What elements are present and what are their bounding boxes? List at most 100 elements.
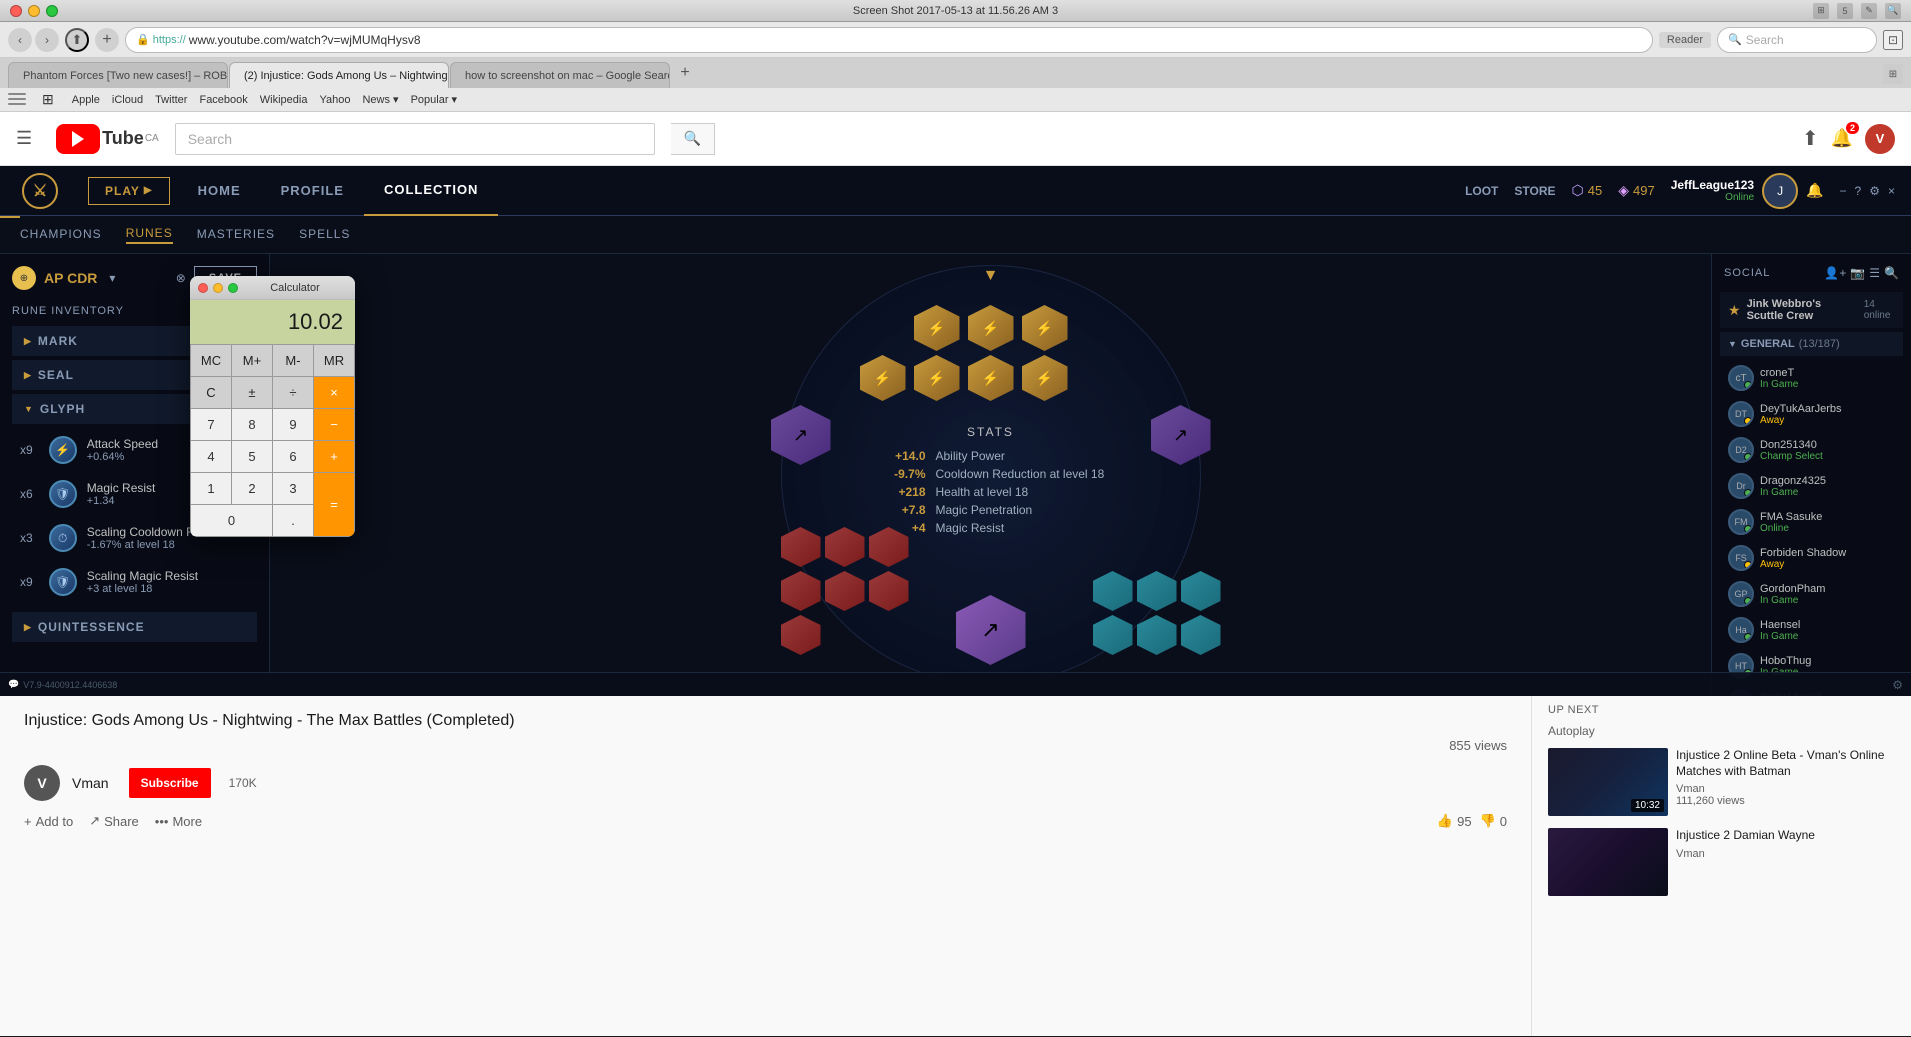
hex-teal-3[interactable] bbox=[1181, 571, 1221, 611]
calc-key-mc[interactable]: MC bbox=[191, 345, 231, 376]
calc-maximize-button[interactable] bbox=[228, 283, 238, 293]
mac-icon-3[interactable]: ✎ bbox=[1861, 3, 1877, 19]
related-video-1[interactable]: Injustice 2 Damian Wayne Vman bbox=[1548, 828, 1895, 896]
calc-key-zero[interactable]: 0 bbox=[191, 505, 272, 536]
lol-user-avatar[interactable]: J bbox=[1762, 173, 1798, 209]
hex-gold-5[interactable]: ⚡ bbox=[914, 355, 960, 401]
calc-key-4[interactable]: 4 bbox=[191, 441, 231, 472]
lol-sub-spells[interactable]: SPELLS bbox=[299, 227, 350, 243]
apps-icon[interactable]: ⊞ bbox=[42, 91, 54, 108]
hex-gold-3[interactable]: ⚡ bbox=[1022, 305, 1068, 351]
sidebar-toggle-button[interactable]: ⊡ bbox=[1883, 30, 1903, 50]
bookmark-popular[interactable]: Popular ▾ bbox=[411, 93, 458, 106]
bookmark-twitter[interactable]: Twitter bbox=[155, 94, 187, 106]
browser-search-bar[interactable]: 🔍 Search bbox=[1717, 27, 1877, 53]
tab-youtube[interactable]: (2) Injustice: Gods Among Us – Nightwing… bbox=[229, 62, 449, 88]
rune-icon-2[interactable]: ⏱ bbox=[49, 524, 77, 552]
calc-key-3[interactable]: 3 bbox=[273, 473, 313, 504]
related-video-0[interactable]: 10:32 Injustice 2 Online Beta - Vman's O… bbox=[1548, 748, 1895, 816]
youtube-search-bar[interactable]: Search bbox=[175, 123, 655, 155]
bookmark-facebook[interactable]: Facebook bbox=[199, 94, 247, 106]
maximize-button[interactable] bbox=[46, 5, 58, 17]
lol-minimize-icon[interactable]: − bbox=[1840, 184, 1847, 198]
friend-row-4[interactable]: FM FMA Sasuke Online bbox=[1720, 504, 1903, 540]
friend-row-3[interactable]: Dr Dragonz4325 In Game bbox=[1720, 468, 1903, 504]
share-button[interactable]: ⬆ bbox=[65, 28, 89, 52]
like-button[interactable]: 👍 95 bbox=[1437, 813, 1472, 829]
calc-key-8[interactable]: 8 bbox=[232, 409, 272, 440]
lol-close-icon[interactable]: × bbox=[1888, 184, 1895, 198]
calc-key-add[interactable]: + bbox=[314, 441, 354, 472]
lol-store-label[interactable]: STORE bbox=[1514, 184, 1555, 198]
calc-key-7[interactable]: 7 bbox=[191, 409, 231, 440]
social-search-icon[interactable]: 🔍 bbox=[1884, 266, 1899, 280]
calc-close-button[interactable] bbox=[198, 283, 208, 293]
hex-gold-7[interactable]: ⚡ bbox=[1022, 355, 1068, 401]
reader-button[interactable]: Reader bbox=[1659, 32, 1711, 48]
hex-purple-2[interactable]: ↗ bbox=[1151, 405, 1211, 465]
bookmark-apple[interactable]: Apple bbox=[72, 94, 100, 106]
calc-key-m-minus[interactable]: M- bbox=[273, 345, 313, 376]
friend-row-2[interactable]: D2 Don251340 Champ Select bbox=[1720, 432, 1903, 468]
lol-sub-runes[interactable]: RUNES bbox=[126, 226, 173, 244]
hex-red-1[interactable] bbox=[781, 527, 821, 567]
upload-icon[interactable]: ⬆ bbox=[1802, 126, 1819, 151]
youtube-search-button[interactable]: 🔍 bbox=[671, 123, 715, 155]
calc-key-mr[interactable]: MR bbox=[314, 345, 354, 376]
forward-button[interactable]: › bbox=[35, 28, 59, 52]
notification-bell-icon[interactable]: 🔔 bbox=[1806, 182, 1823, 199]
dislike-button[interactable]: 👎 0 bbox=[1480, 813, 1507, 829]
hex-teal-6[interactable] bbox=[1181, 615, 1221, 655]
sidebar-icon[interactable] bbox=[8, 93, 26, 107]
tab-overview-button[interactable]: ⊞ bbox=[1883, 64, 1903, 84]
friend-row-6[interactable]: GP GordonPham In Game bbox=[1720, 576, 1903, 612]
calc-key-multiply[interactable]: × bbox=[314, 377, 354, 408]
lol-settings-icon[interactable]: ⚙ bbox=[1869, 184, 1880, 198]
rune-icon-0[interactable]: ⚡ bbox=[49, 436, 77, 464]
rune-icon-3[interactable]: 🛡 bbox=[49, 568, 77, 596]
lol-nav-home[interactable]: HOME bbox=[178, 166, 261, 216]
back-button[interactable]: ‹ bbox=[8, 28, 32, 52]
star-group[interactable]: ★ Jink Webbro's Scuttle Crew 14 online bbox=[1720, 292, 1903, 328]
calc-key-decimal[interactable]: . bbox=[273, 505, 313, 536]
calc-key-6[interactable]: 6 bbox=[273, 441, 313, 472]
lol-sub-champions[interactable]: CHAMPIONS bbox=[20, 227, 102, 243]
lol-sub-masteries[interactable]: MASTERIES bbox=[197, 227, 275, 243]
hex-purple-large-inner[interactable]: ↗ bbox=[956, 595, 1026, 665]
lol-logo[interactable]: ⚔ bbox=[0, 166, 80, 216]
settings-icon[interactable]: ⚙ bbox=[1892, 678, 1903, 692]
hex-teal-2[interactable] bbox=[1137, 571, 1177, 611]
youtube-logo[interactable]: Tube CA bbox=[56, 124, 159, 154]
hex-teal-1[interactable] bbox=[1093, 571, 1133, 611]
share-button[interactable]: ↗ Share bbox=[89, 813, 139, 829]
hex-teal-4[interactable] bbox=[1093, 615, 1133, 655]
add-friend-icon[interactable]: 👤+ bbox=[1824, 266, 1846, 280]
calc-minimize-button[interactable] bbox=[213, 283, 223, 293]
user-avatar[interactable]: V bbox=[1865, 124, 1895, 154]
list-icon[interactable]: ☰ bbox=[1869, 266, 1880, 280]
friend-row-1[interactable]: DT DeyTukAarJerbs Away bbox=[1720, 396, 1903, 432]
hex-red-5[interactable] bbox=[825, 571, 865, 611]
notifications-button[interactable]: 🔔 2 bbox=[1831, 128, 1853, 149]
calc-key-divide[interactable]: ÷ bbox=[273, 377, 313, 408]
calc-key-clear[interactable]: C bbox=[191, 377, 231, 408]
calc-key-sign[interactable]: ± bbox=[232, 377, 272, 408]
general-group-header[interactable]: ▼ GENERAL (13/187) bbox=[1720, 332, 1903, 356]
search-icon[interactable]: 🔍 bbox=[1885, 3, 1901, 19]
new-tab-button[interactable]: + bbox=[675, 63, 695, 83]
quintessence-section-header[interactable]: ▶ QUINTESSENCE bbox=[12, 612, 257, 642]
calc-key-subtract[interactable]: − bbox=[314, 409, 354, 440]
camera-icon[interactable]: 📷 bbox=[1850, 266, 1865, 280]
tab-roblox[interactable]: Phantom Forces [Two new cases!] – ROBLOX… bbox=[8, 62, 228, 88]
lol-play-btn[interactable]: PLAY ▶ bbox=[88, 177, 170, 205]
hex-gold-6[interactable]: ⚡ bbox=[968, 355, 1014, 401]
bookmark-icloud[interactable]: iCloud bbox=[112, 94, 143, 106]
close-button[interactable] bbox=[10, 5, 22, 17]
friend-row-5[interactable]: FS Forbiden Shadow Away bbox=[1720, 540, 1903, 576]
hex-red-4[interactable] bbox=[781, 571, 821, 611]
calc-key-5[interactable]: 5 bbox=[232, 441, 272, 472]
hex-red-6[interactable] bbox=[869, 571, 909, 611]
add-bookmark-button[interactable]: + bbox=[95, 28, 119, 52]
hex-gold-2[interactable]: ⚡ bbox=[968, 305, 1014, 351]
bookmark-yahoo[interactable]: Yahoo bbox=[319, 94, 350, 106]
